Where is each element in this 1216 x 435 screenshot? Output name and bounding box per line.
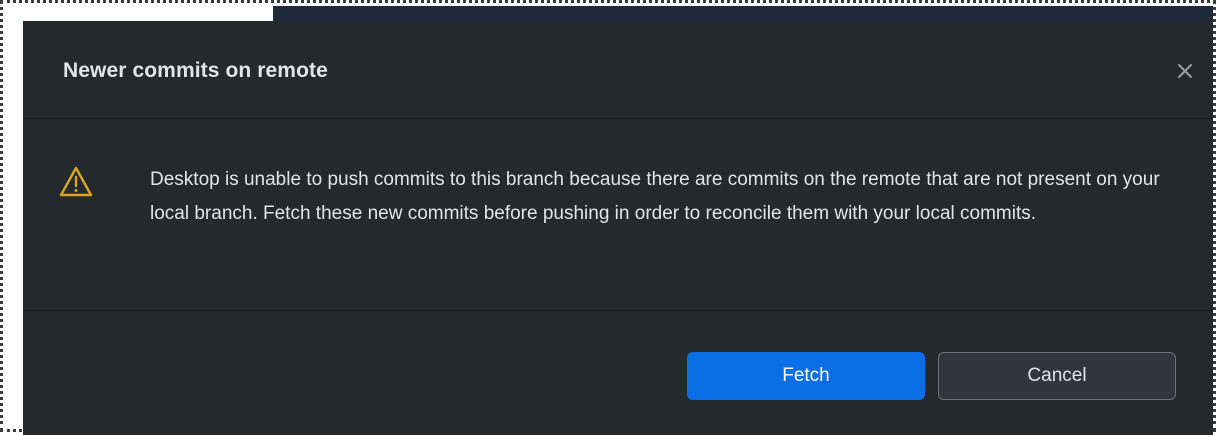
newer-commits-dialog: Newer commits on remote Desktop is unabl… [23, 21, 1213, 435]
dialog-footer: Fetch Cancel [23, 311, 1213, 435]
dialog-header: Newer commits on remote [23, 21, 1213, 119]
close-button[interactable] [1171, 57, 1199, 85]
dialog-message: Desktop is unable to push commits to thi… [150, 169, 1160, 224]
dialog-title: Newer commits on remote [63, 59, 328, 82]
screenshot-frame: Newer commits on remote Desktop is unabl… [0, 0, 1216, 435]
cancel-button[interactable]: Cancel [938, 352, 1176, 400]
warning-triangle-icon [59, 166, 93, 197]
app-backdrop [273, 6, 1213, 21]
dialog-body: Desktop is unable to push commits to thi… [23, 119, 1213, 311]
fetch-button[interactable]: Fetch [687, 352, 925, 400]
close-icon [1178, 64, 1192, 78]
